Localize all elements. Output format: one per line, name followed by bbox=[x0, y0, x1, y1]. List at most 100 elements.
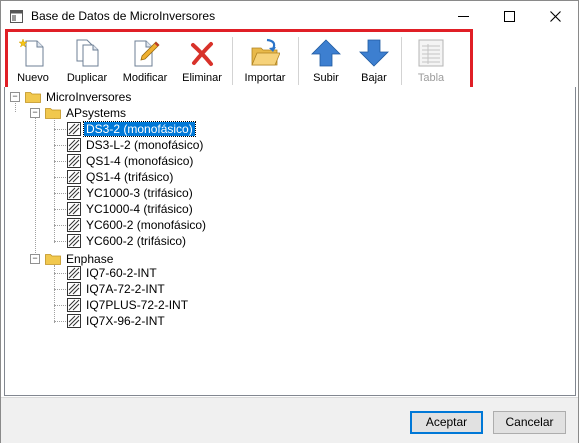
edit-pencil-icon bbox=[134, 40, 160, 67]
table-button[interactable]: Tabla bbox=[407, 32, 455, 90]
accept-button[interactable]: Aceptar bbox=[410, 411, 483, 434]
maximize-button[interactable] bbox=[486, 1, 532, 32]
tree-item-label: QS1-4 (trifásico) bbox=[86, 170, 174, 184]
tree-item[interactable]: DS3-2 (monofásico) bbox=[83, 121, 196, 137]
maximize-icon bbox=[503, 11, 515, 22]
move-up-label: Subir bbox=[313, 72, 339, 84]
tree-item-label: YC1000-3 (trifásico) bbox=[86, 186, 193, 200]
tree-connector bbox=[54, 209, 68, 210]
toolbar-separator bbox=[401, 37, 402, 85]
close-button[interactable] bbox=[532, 1, 578, 32]
microinverter-icon bbox=[67, 186, 81, 200]
import-label: Importar bbox=[244, 72, 286, 84]
microinverter-icon bbox=[67, 218, 81, 232]
move-up-button[interactable]: Subir bbox=[305, 32, 347, 90]
arrow-down-icon bbox=[359, 39, 389, 67]
tree-root-label: MicroInversores bbox=[46, 90, 132, 104]
new-document-icon bbox=[18, 38, 44, 67]
tree-connector bbox=[54, 177, 68, 178]
tree-item[interactable]: QS1-4 (monofásico) bbox=[84, 153, 195, 169]
modify-label: Modificar bbox=[122, 72, 168, 84]
tree-item[interactable]: IQ7X-96-2-INT bbox=[84, 313, 167, 329]
tree-group-apsystems[interactable]: APsystems bbox=[64, 105, 128, 121]
import-folder-icon bbox=[251, 38, 280, 66]
group-label: Enphase bbox=[66, 252, 114, 266]
microinverter-icon bbox=[67, 122, 81, 136]
tree-item[interactable]: YC600-2 (monofásico) bbox=[84, 217, 208, 233]
tree-item[interactable]: YC600-2 (trifásico) bbox=[84, 233, 188, 249]
import-button[interactable]: Importar bbox=[237, 32, 293, 90]
tree-item-label: YC600-2 (monofásico) bbox=[86, 218, 207, 232]
root-collapse-toggle[interactable]: − bbox=[10, 92, 20, 102]
microinverter-icon bbox=[67, 202, 81, 216]
dialog-window: Base de Datos de MicroInversores Nuevo D… bbox=[0, 0, 579, 443]
arrow-up-icon bbox=[311, 39, 341, 67]
toolbar: Nuevo Duplicar Modificar Eliminar Import… bbox=[5, 29, 473, 93]
group-collapse-toggle[interactable]: − bbox=[30, 108, 40, 118]
group-collapse-toggle[interactable]: − bbox=[30, 254, 40, 264]
duplicate-button[interactable]: Duplicar bbox=[60, 32, 114, 90]
tree-item-label: IQ7X-96-2-INT bbox=[86, 314, 165, 328]
tree-item[interactable]: IQ7PLUS-72-2-INT bbox=[84, 297, 190, 313]
tree-connector bbox=[54, 305, 68, 306]
tree-connector bbox=[54, 145, 68, 146]
microinverter-icon bbox=[67, 282, 81, 296]
close-icon bbox=[549, 11, 561, 22]
move-down-label: Bajar bbox=[361, 72, 387, 84]
tree-item[interactable]: DS3-L-2 (monofásico) bbox=[84, 137, 205, 153]
tree-connector bbox=[54, 193, 68, 194]
delete-button[interactable]: Eliminar bbox=[177, 32, 227, 90]
tree-connector bbox=[54, 161, 68, 162]
folder-open-icon bbox=[25, 92, 41, 103]
tree-item-label: QS1-4 (monofásico) bbox=[86, 154, 194, 168]
delete-x-icon bbox=[191, 42, 213, 66]
minimize-icon bbox=[457, 16, 469, 17]
tree-item-label: YC600-2 (trifásico) bbox=[86, 234, 187, 248]
tree-connector bbox=[54, 225, 68, 226]
duplicate-label: Duplicar bbox=[66, 72, 108, 84]
modify-button[interactable]: Modificar bbox=[118, 32, 172, 90]
copy-documents-icon bbox=[76, 39, 99, 67]
button-bar: Aceptar Cancelar bbox=[1, 397, 578, 443]
tree-item[interactable]: IQ7A-72-2-INT bbox=[84, 281, 167, 297]
app-icon bbox=[10, 10, 23, 23]
tree-connector bbox=[54, 241, 68, 242]
delete-label: Eliminar bbox=[182, 72, 222, 84]
folder-open-icon bbox=[45, 254, 61, 265]
tree-connector bbox=[35, 115, 36, 259]
tree-item-label: DS3-L-2 (monofásico) bbox=[86, 138, 204, 152]
tree-connector bbox=[54, 129, 68, 130]
tree-connector bbox=[54, 273, 68, 274]
table-label: Tabla bbox=[417, 72, 445, 84]
microinverter-icon bbox=[67, 234, 81, 248]
tree-item[interactable]: YC1000-4 (trifásico) bbox=[84, 201, 195, 217]
window-title: Base de Datos de MicroInversores bbox=[31, 9, 216, 23]
tree-item-label: IQ7-60-2-INT bbox=[86, 266, 157, 280]
group-label: APsystems bbox=[66, 106, 127, 120]
tree-root-node[interactable]: MicroInversores bbox=[44, 89, 133, 105]
microinverter-icon bbox=[67, 138, 81, 152]
folder-open-icon bbox=[45, 108, 61, 119]
tree-item-label: YC1000-4 (trifásico) bbox=[86, 202, 193, 216]
minimize-button[interactable] bbox=[440, 1, 486, 32]
cancel-button[interactable]: Cancelar bbox=[493, 411, 566, 434]
tree-item[interactable]: QS1-4 (trifásico) bbox=[84, 169, 175, 185]
microinverter-icon bbox=[67, 314, 81, 328]
tree-item-label: IQ7PLUS-72-2-INT bbox=[86, 298, 189, 312]
microinverter-icon bbox=[67, 266, 81, 280]
microinverter-icon bbox=[67, 298, 81, 312]
title-bar: Base de Datos de MicroInversores bbox=[1, 1, 578, 32]
tree-item-label: DS3-2 (monofásico) bbox=[83, 121, 196, 137]
tree-item[interactable]: YC1000-3 (trifásico) bbox=[84, 185, 195, 201]
tree-connector bbox=[54, 321, 68, 322]
move-down-button[interactable]: Bajar bbox=[353, 32, 395, 90]
new-button[interactable]: Nuevo bbox=[8, 32, 58, 90]
microinverter-icon bbox=[67, 170, 81, 184]
tree-item[interactable]: IQ7-60-2-INT bbox=[84, 265, 159, 281]
microinverter-tree[interactable]: − MicroInversores − APsystems DS3-2 (mon… bbox=[4, 87, 576, 396]
tree-connector bbox=[15, 101, 16, 112]
table-icon bbox=[418, 39, 444, 67]
microinverter-icon bbox=[67, 154, 81, 168]
toolbar-separator bbox=[298, 37, 299, 85]
tree-connector bbox=[54, 289, 68, 290]
